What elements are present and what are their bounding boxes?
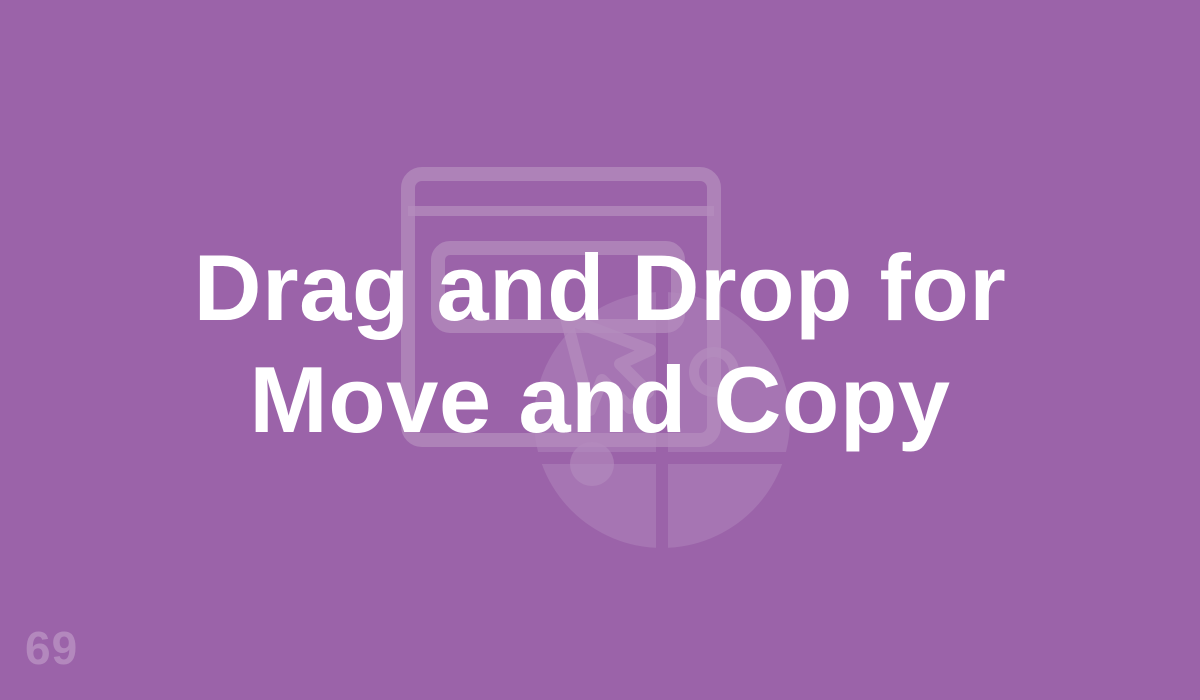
hero-card: Drag and Drop for Move and Copy 69 (0, 0, 1200, 700)
page-title: Drag and Drop for Move and Copy (0, 232, 1200, 456)
number-badge: 69 (25, 622, 79, 674)
title-line-1: Drag and Drop for (193, 235, 1007, 340)
title-line-2: Move and Copy (249, 347, 951, 452)
window-titlebar-line (408, 206, 714, 216)
